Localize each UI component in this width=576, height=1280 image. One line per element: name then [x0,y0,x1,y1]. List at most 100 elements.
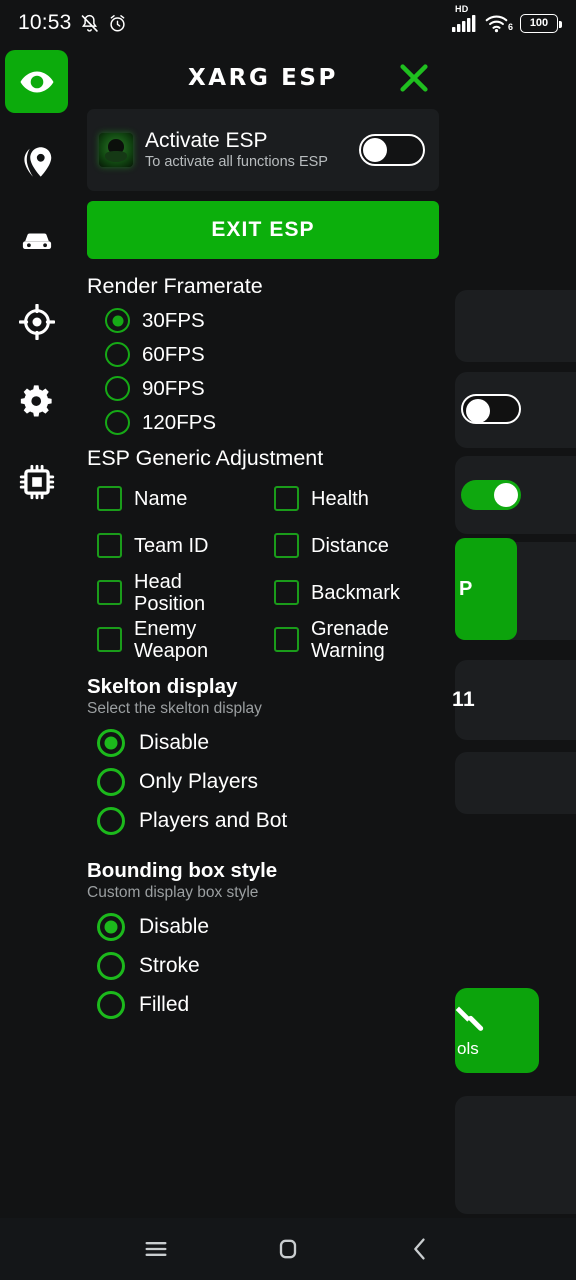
bg-tools-label: ols [457,1039,479,1058]
skelton-display-subtitle: Select the skelton display [87,700,262,717]
radio-render-60fps[interactable]: 60FPS [87,342,439,367]
radio-box-disable[interactable]: Disable [87,913,439,941]
car-icon [22,232,51,249]
checkbox-label: Name [134,487,188,510]
sidebar-item-settings[interactable] [5,370,68,433]
wifi-icon: 6 [484,13,513,33]
checkbox-label: Enemy Weapon [134,617,209,662]
radio-label: 60FPS [142,342,205,366]
phone-screen: P 11 ols 10:53 HD 6 100 XARG ESP Activat… [0,0,576,1280]
radio-render-30fps[interactable]: 30FPS [87,308,439,333]
radio-render-120fps[interactable]: 120FPS [87,410,439,435]
close-button[interactable] [397,61,431,95]
network-type-label: HD [454,4,469,14]
bg-toggle-off[interactable] [461,394,521,424]
wrench-icon [455,1006,484,1031]
signal-icon: HD [451,4,477,33]
sidebar-item-location[interactable] [5,130,68,193]
status-time: 10:53 [18,11,72,34]
radio-indicator [97,768,125,796]
sidebar-item-memory[interactable] [5,450,68,513]
sidebar [0,46,73,1218]
checkbox-indicator [97,627,122,652]
sidebar-item-vehicle[interactable] [5,210,68,273]
checkbox-health[interactable]: Health [274,475,439,522]
checkbox-backmark[interactable]: Backmark [274,569,439,616]
radio-skelton-players-and-bot[interactable]: Players and Bot [87,807,439,835]
close-x-icon [400,63,428,92]
checkbox-grenade-warning[interactable]: Grenade Warning [274,616,439,663]
radio-indicator [97,807,125,835]
location-pin-icon [23,146,51,177]
recents-button[interactable] [133,1226,179,1272]
home-button[interactable] [265,1226,311,1272]
checkbox-team-id[interactable]: Team ID [97,522,262,569]
bg-tools-card[interactable]: ols [455,988,539,1073]
radio-skelton-only-players[interactable]: Only Players [87,768,439,796]
checkbox-distance[interactable]: Distance [274,522,439,569]
bg-card-3 [455,456,576,534]
checkbox-label: Health [311,487,369,510]
radio-skelton-disable[interactable]: Disable [87,729,439,757]
status-bar: 10:53 HD 6 100 [0,0,576,46]
eye-icon [20,71,53,92]
radio-indicator [97,729,125,757]
radio-indicator [97,913,125,941]
bg-toggle-on[interactable] [461,480,521,510]
exit-esp-button[interactable]: EXIT ESP [87,201,439,259]
bg-card-6 [455,752,576,814]
radio-label: Disable [139,915,210,938]
sidebar-item-esp-eye[interactable] [5,50,68,113]
radio-label: 120FPS [142,410,217,434]
bg-green-button[interactable]: P [455,538,517,640]
esp-generic-grid: Name Health Team ID Distance Head Positi… [87,475,439,663]
esp-overlay-panel: XARG ESP Activate ESP To activate all fu… [0,46,453,1218]
battery-level-label: 100 [529,17,549,29]
radio-indicator [105,342,130,367]
radio-indicator [97,952,125,980]
checkbox-name[interactable]: Name [97,475,262,522]
bounding-box-subtitle: Custom display box style [87,884,259,901]
bg-card-2 [455,372,576,448]
home-square-icon [279,1239,297,1259]
esp-generic-title: ESP Generic Adjustment [87,446,324,470]
radio-label: Only Players [139,770,259,793]
skelton-display-title: Skelton display [87,675,238,698]
wifi-generation-label: 6 [507,22,513,32]
bg-number-text: 11 [452,688,476,711]
activate-esp-toggle[interactable] [359,134,425,166]
radio-box-filled[interactable]: Filled [87,991,439,1019]
radio-label: Players and Bot [139,809,288,832]
radio-label: 90FPS [142,376,205,400]
bounding-box-title: Bounding box style [87,859,278,882]
checkbox-label: Team ID [134,534,209,557]
battery-icon: 100 [520,13,562,33]
radio-indicator [97,991,125,1019]
checkbox-indicator [97,486,122,511]
back-button[interactable] [397,1226,443,1272]
gear-icon [20,384,52,416]
app-title: XARG ESP [187,64,339,91]
settings-scroll-area[interactable]: Activate ESP To activate all functions E… [73,109,453,1019]
alarm-clock-icon [109,14,125,32]
radio-render-90fps[interactable]: 90FPS [87,376,439,401]
checkbox-indicator [97,580,122,605]
bg-card-7 [455,1096,576,1214]
checkbox-indicator [274,580,299,605]
checkbox-enemy-weapon[interactable]: Enemy Weapon [97,616,262,663]
activate-esp-card[interactable]: Activate ESP To activate all functions E… [87,109,439,191]
radio-indicator [105,376,130,401]
radio-box-stroke[interactable]: Stroke [87,952,439,980]
checkbox-indicator [274,486,299,511]
radio-indicator [105,410,130,435]
overlay-content: XARG ESP Activate ESP To activate all fu… [73,46,453,1218]
radio-indicator [105,308,130,333]
activate-esp-title: Activate ESP [145,128,268,152]
checkbox-head-position[interactable]: Head Position [97,569,262,616]
activate-esp-subtitle: To activate all functions ESP [145,153,328,170]
sidebar-item-aim[interactable] [5,290,68,353]
crosshair-icon [18,303,55,340]
checkbox-indicator [97,533,122,558]
radio-label: 30FPS [142,308,205,332]
checkbox-label: Head Position [134,570,206,615]
